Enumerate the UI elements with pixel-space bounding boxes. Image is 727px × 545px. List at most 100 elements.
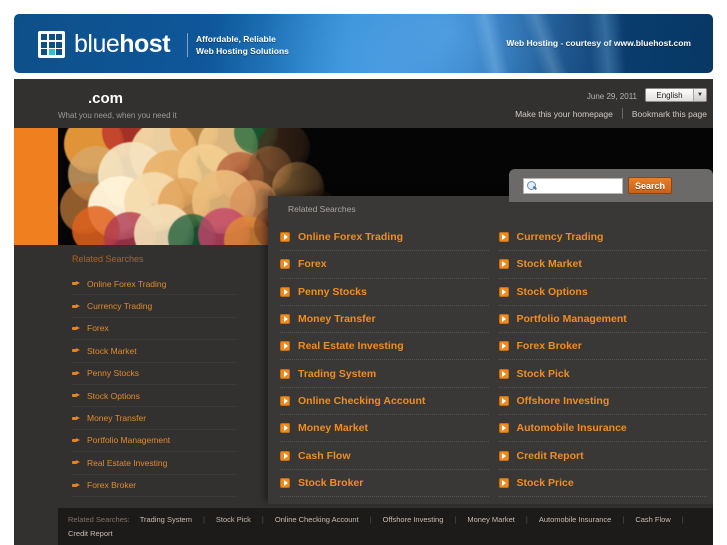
- sidebar-item-label: Online Forex Trading: [87, 278, 167, 289]
- related-search-item-credit-report[interactable]: Credit Report: [498, 442, 707, 470]
- related-search-item-stock-pick[interactable]: Stock Pick: [498, 360, 707, 388]
- arrow-right-icon: [72, 460, 80, 465]
- related-search-item-label: Credit Report: [516, 449, 584, 462]
- arrow-right-icon: [498, 477, 509, 488]
- related-search-item-stock-market[interactable]: Stock Market: [498, 251, 707, 279]
- sidebar-item-currency-trading[interactable]: Currency Trading: [72, 295, 237, 318]
- footer-label: Related Searches:: [68, 515, 130, 524]
- footer-separator: |: [261, 515, 264, 524]
- related-search-item-portfolio-management[interactable]: Portfolio Management: [498, 306, 707, 334]
- page-title: .com: [88, 90, 124, 107]
- arrow-right-icon: [280, 286, 290, 297]
- footer-link-trading-system[interactable]: Trading System: [140, 515, 192, 524]
- arrow-right-icon: [72, 482, 80, 488]
- sidebar-item-forex[interactable]: Forex: [72, 318, 237, 341]
- related-search-item-label: Real Estate Investing: [298, 340, 404, 353]
- related-search-item-money-market[interactable]: Money Market: [280, 415, 489, 443]
- sidebar-item-label: Forex: [87, 323, 109, 334]
- related-search-item-label: Penny Stocks: [298, 285, 367, 298]
- arrow-right-icon: [498, 423, 509, 434]
- banner-tagline: Affordable, Reliable Web Hosting Solutio…: [196, 33, 289, 57]
- related-search-item-offshore-investing[interactable]: Offshore Investing: [498, 388, 707, 416]
- sidebar-item-label: Currency Trading: [87, 301, 153, 312]
- sidebar-item-label: Stock Market: [87, 345, 137, 356]
- footer-link-stock-pick[interactable]: Stock Pick: [216, 515, 251, 524]
- related-search-item-stock-options[interactable]: Stock Options: [498, 279, 707, 306]
- arrow-right-icon: [498, 395, 509, 406]
- arrow-right-icon: [280, 423, 290, 434]
- related-search-item-label: Money Market: [298, 422, 369, 435]
- related-search-item-currency-trading[interactable]: Currency Trading: [498, 224, 707, 252]
- sidebar-item-real-estate-investing[interactable]: Real Estate Investing: [72, 452, 237, 475]
- banner-tagline-line2: Web Hosting Solutions: [196, 46, 289, 56]
- related-search-item-forex-broker[interactable]: Forex Broker: [498, 333, 707, 361]
- related-search-item-real-estate-investing[interactable]: Real Estate Investing: [280, 333, 489, 361]
- related-search-item-label: Stock Market: [516, 258, 582, 271]
- header-links-divider: [621, 108, 623, 119]
- arrow-right-icon: [498, 450, 509, 461]
- footer-link-cash-flow[interactable]: Cash Flow: [635, 515, 670, 524]
- arrow-right-icon: [72, 437, 80, 443]
- hero-orange-strip: [14, 128, 58, 245]
- sidebar-item-online-forex-trading[interactable]: Online Forex Trading: [72, 273, 237, 296]
- make-homepage-link[interactable]: Make this your homepage: [515, 109, 613, 119]
- related-search-item-forex[interactable]: Forex: [280, 251, 489, 279]
- footer: Related Searches: Trading System | Stock P…: [58, 508, 713, 545]
- search-field[interactable]: [523, 177, 623, 194]
- related-search-item-online-forex-trading[interactable]: Online Forex Trading: [280, 224, 489, 252]
- sidebar-item-stock-market[interactable]: Stock Market: [72, 340, 237, 363]
- sidebar-item-label: Money Transfer: [87, 413, 147, 424]
- arrow-right-icon: [72, 348, 80, 353]
- arrow-right-icon: [72, 325, 80, 331]
- arrow-right-icon: [280, 232, 290, 243]
- related-search-item-label: Forex: [298, 258, 327, 271]
- search-button[interactable]: Search: [628, 177, 673, 194]
- footer-link-credit-report[interactable]: Credit Report: [68, 529, 113, 538]
- arrow-right-icon: [72, 281, 80, 286]
- related-search-item-penny-stocks[interactable]: Penny Stocks: [280, 279, 489, 306]
- footer-separator: |: [622, 515, 625, 524]
- bookmark-page-link[interactable]: Bookmark this page: [632, 109, 707, 119]
- footer-link-money-market[interactable]: Money Market: [467, 515, 515, 524]
- related-search-item-stock-price[interactable]: Stock Price: [498, 470, 707, 497]
- related-search-item-label: Stock Options: [516, 285, 588, 298]
- sidebar-item-label: Real Estate Investing: [87, 457, 168, 468]
- arrow-right-icon: [280, 259, 290, 270]
- bluehost-logo[interactable]: bluehost: [38, 31, 171, 58]
- related-search-item-label: Trading System: [298, 367, 377, 380]
- related-search-item-label: Stock Broker: [298, 476, 364, 489]
- banner-tagline-line1: Affordable, Reliable: [196, 34, 276, 44]
- related-search-item-cash-flow[interactable]: Cash Flow: [280, 442, 489, 470]
- related-search-item-money-transfer[interactable]: Money Transfer: [280, 306, 489, 334]
- arrow-right-icon: [498, 259, 509, 270]
- related-search-item-stock-broker[interactable]: Stock Broker: [280, 470, 489, 497]
- related-search-item-label: Offshore Investing: [516, 394, 610, 407]
- arrow-right-icon: [498, 368, 509, 379]
- sidebar-item-portfolio-management[interactable]: Portfolio Management: [72, 430, 237, 453]
- footer-links: Related Searches: Trading System | Stock P…: [68, 515, 703, 538]
- related-search-item-label: Online Checking Account: [298, 394, 426, 407]
- arrow-right-icon: [280, 314, 290, 325]
- language-select[interactable]: English ▼: [645, 88, 707, 102]
- search-input[interactable]: [540, 181, 620, 190]
- related-search-item-automobile-insurance[interactable]: Automobile Insurance: [498, 415, 707, 443]
- bluehost-banner: bluehost Affordable, Reliable Web Hostin…: [14, 14, 713, 73]
- arrow-right-icon: [280, 341, 290, 352]
- arrow-right-icon: [72, 393, 80, 398]
- sidebar-item-money-transfer[interactable]: Money Transfer: [72, 407, 237, 430]
- footer-link-automobile-insurance[interactable]: Automobile Insurance: [539, 515, 612, 524]
- arrow-right-icon: [72, 370, 80, 376]
- footer-link-offshore-investing[interactable]: Offshore Investing: [383, 515, 444, 524]
- sidebar-item-forex-broker[interactable]: Forex Broker: [72, 475, 237, 497]
- related-search-item-label: Stock Price: [516, 476, 574, 489]
- related-search-item-online-checking-account[interactable]: Online Checking Account: [280, 388, 489, 416]
- sidebar-item-penny-stocks[interactable]: Penny Stocks: [72, 363, 237, 385]
- related-search-item-trading-system[interactable]: Trading System: [280, 360, 489, 388]
- footer-link-online-checking-account[interactable]: Online Checking Account: [275, 515, 359, 524]
- related-search-item-label: Money Transfer: [298, 313, 376, 326]
- related-search-item-label: Cash Flow: [298, 449, 351, 462]
- banner-courtesy-text: Web Hosting - courtesy of www.bluehost.c…: [506, 38, 691, 48]
- footer-separator: |: [454, 515, 457, 524]
- arrow-right-icon: [498, 341, 509, 352]
- sidebar-item-stock-options[interactable]: Stock Options: [72, 385, 237, 408]
